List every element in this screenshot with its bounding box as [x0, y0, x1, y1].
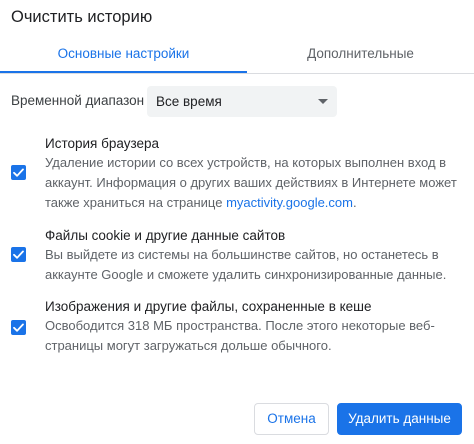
option-description-end: .	[352, 195, 357, 210]
option-description: Вы выйдете из системы на большинстве сай…	[45, 247, 447, 282]
tab-bar: Основные настройки Дополнительные	[0, 36, 474, 74]
option-description: Удаление истории со всех устройств, на к…	[45, 153, 460, 213]
option-title: Изображения и другие файлы, сохраненные …	[45, 299, 372, 314]
time-range-select[interactable]: Все время	[147, 86, 337, 117]
checkmark-icon	[13, 250, 24, 259]
time-range-value: Все время	[156, 94, 222, 109]
option-description: Освободится 318 МБ пространства. После э…	[45, 318, 435, 353]
option-title: История браузера	[45, 136, 160, 151]
tabs-divider	[0, 73, 474, 74]
clear-data-button[interactable]: Удалить данные	[337, 403, 462, 435]
time-range-label: Временной диапазон	[11, 93, 145, 108]
option-title: Файлы cookie и другие данные сайтов	[45, 228, 286, 243]
cached-images-checkbox[interactable]	[11, 320, 26, 335]
caret-down-icon	[318, 99, 328, 104]
dialog-title: Очистить историю	[11, 8, 153, 26]
checkmark-icon	[13, 323, 24, 332]
clear-history-dialog: Очистить историю Основные настройки Допо…	[0, 0, 474, 444]
browsing-history-checkbox[interactable]	[11, 165, 26, 180]
cancel-button[interactable]: Отмена	[254, 403, 329, 435]
tab-basic-settings[interactable]: Основные настройки	[0, 36, 247, 72]
tab-advanced-settings[interactable]: Дополнительные	[247, 36, 474, 72]
cookies-checkbox[interactable]	[11, 247, 26, 262]
checkmark-icon	[13, 168, 24, 177]
myactivity-link[interactable]: myactivity.google.com	[226, 195, 353, 210]
